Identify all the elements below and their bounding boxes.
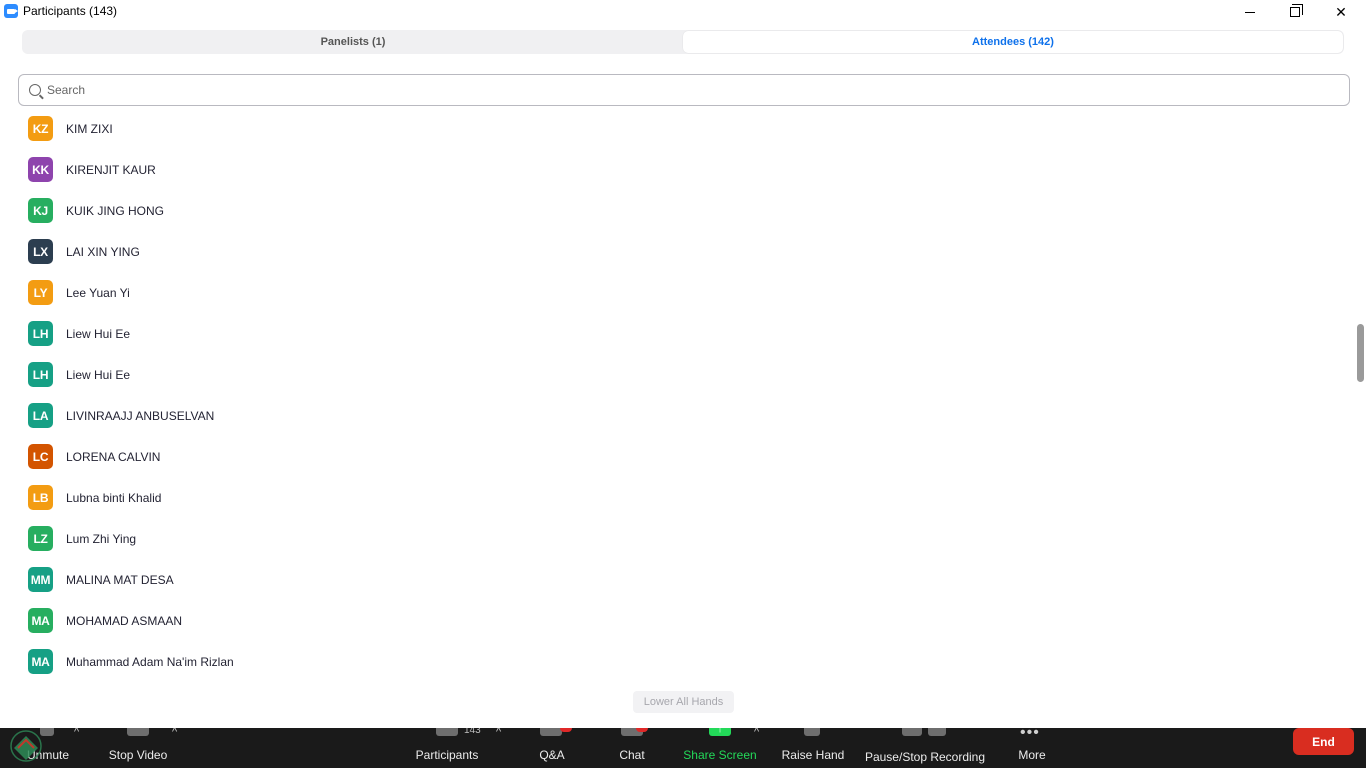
title-bar: Participants (143) ✕ xyxy=(0,0,1366,24)
attendee-name: Liew Hui Ee xyxy=(66,326,131,341)
search-icon xyxy=(29,84,41,96)
attendee-avatar: KJ xyxy=(28,198,53,223)
attendee-avatar: LB xyxy=(28,485,53,510)
qa-icon xyxy=(540,728,562,736)
share-screen-label: Share Screen xyxy=(683,748,757,762)
scrollbar[interactable] xyxy=(1354,108,1366,674)
attendee-name: Lum Zhi Ying xyxy=(66,531,137,546)
attendee-row[interactable]: LB Lubna binti Khalid xyxy=(0,477,1354,518)
attendee-row[interactable]: MM MALINA MAT DESA xyxy=(0,559,1354,600)
attendee-name: Muhammad Adam Na'im Rizlan xyxy=(66,654,234,669)
qa-label: Q&A xyxy=(539,748,565,762)
stop-video-label: Stop Video xyxy=(108,748,168,762)
attendee-avatar: KK xyxy=(28,157,53,182)
video-camera-icon xyxy=(127,728,149,736)
attendee-name: LORENA CALVIN xyxy=(66,449,161,464)
attendee-list: KZ KIM ZIXI KK KIRENJIT KAUR KJ KUIK JING HON… xyxy=(0,108,1354,678)
attendee-name: MOHAMAD ASMAAN xyxy=(66,613,183,628)
attendee-row[interactable]: MA Muhammad Adam Na'im Rizlan xyxy=(0,641,1354,678)
zoom-app-icon xyxy=(4,4,18,18)
window-title: Participants (143) xyxy=(23,4,118,18)
attendee-avatar: LH xyxy=(28,321,53,346)
attendee-avatar: LC xyxy=(28,444,53,469)
attendee-name: KIRENJIT KAUR xyxy=(66,162,156,177)
attendee-name: KUIK JING HONG xyxy=(66,203,165,218)
attendee-avatar: MA xyxy=(28,649,53,674)
attendee-row[interactable]: LY Lee Yuan Yi xyxy=(0,272,1354,313)
raise-hand-label: Raise Hand xyxy=(781,748,845,762)
scrollbar-thumb[interactable] xyxy=(1357,324,1364,382)
qa-button[interactable]: Q&A xyxy=(530,728,574,768)
end-meeting-button[interactable]: End xyxy=(1293,728,1354,755)
attendee-avatar: LY xyxy=(28,280,53,305)
attendee-row[interactable]: LA LIVINRAAJJ ANBUSELVAN xyxy=(0,395,1354,436)
attendee-row[interactable]: LX LAI XIN YING xyxy=(0,231,1354,272)
recording-button[interactable]: Pause/Stop Recording xyxy=(862,728,988,768)
close-button[interactable]: ✕ xyxy=(1318,0,1364,24)
attendee-avatar: MM xyxy=(28,567,53,592)
minimize-icon xyxy=(1245,11,1255,13)
participants-label: Participants xyxy=(415,748,479,762)
more-dots-icon: ••• xyxy=(1020,728,1040,741)
attendee-avatar: LX xyxy=(28,239,53,264)
attendee-row[interactable]: KK KIRENJIT KAUR xyxy=(0,149,1354,190)
attendee-name: Liew Hui Ee xyxy=(66,367,131,382)
recording-label: Pause/Stop Recording xyxy=(864,750,986,764)
hand-icon xyxy=(804,728,820,736)
attendee-name: LIVINRAAJJ ANBUSELVAN xyxy=(66,408,215,423)
attendee-name: MALINA MAT DESA xyxy=(66,572,174,587)
video-options-caret-icon[interactable]: ^ xyxy=(172,728,177,738)
participants-count: 143 xyxy=(464,728,481,736)
watermark-logo-icon xyxy=(10,730,42,762)
restore-button[interactable] xyxy=(1272,0,1318,24)
attendee-name: LAI XIN YING xyxy=(66,244,140,259)
share-screen-arrow-icon: ↑ xyxy=(709,728,731,736)
attendee-row[interactable]: LZ Lum Zhi Ying xyxy=(0,518,1354,559)
more-label: More xyxy=(1018,748,1046,762)
chat-notification-badge xyxy=(636,728,648,732)
search-input[interactable] xyxy=(47,83,1327,97)
qa-notification-badge xyxy=(560,728,572,732)
audio-options-caret-icon[interactable]: ^ xyxy=(74,728,79,738)
attendee-name: Lee Yuan Yi xyxy=(66,285,130,300)
participant-tabs: Panelists (1) Attendees (142) xyxy=(22,30,1344,54)
search-box xyxy=(18,74,1350,106)
attendee-row[interactable]: KJ KUIK JING HONG xyxy=(0,190,1354,231)
minimize-button[interactable] xyxy=(1227,0,1273,24)
attendee-name: KIM ZIXI xyxy=(66,121,113,136)
stop-video-button[interactable]: Stop Video xyxy=(106,728,170,768)
attendee-avatar: LZ xyxy=(28,526,53,551)
attendee-row[interactable]: LC LORENA CALVIN xyxy=(0,436,1354,477)
attendee-avatar: MA xyxy=(28,608,53,633)
attendee-avatar: LA xyxy=(28,403,53,428)
attendee-avatar: LH xyxy=(28,362,53,387)
attendee-row[interactable]: KZ KIM ZIXI xyxy=(0,108,1354,149)
tab-attendees[interactable]: Attendees (142) xyxy=(683,31,1343,53)
participants-button[interactable]: 143 Participants xyxy=(412,728,482,768)
close-icon: ✕ xyxy=(1335,3,1347,20)
people-icon xyxy=(436,728,458,736)
restore-icon xyxy=(1290,4,1303,17)
chat-button[interactable]: Chat xyxy=(612,728,652,768)
stop-recording-icon xyxy=(928,728,946,736)
more-button[interactable]: ••• More xyxy=(1014,728,1050,768)
attendee-name: Lubna binti Khalid xyxy=(66,490,162,505)
share-screen-button[interactable]: ↑ Share Screen xyxy=(682,728,758,768)
attendee-row[interactable]: MA MOHAMAD ASMAAN xyxy=(0,600,1354,641)
meeting-toolbar: Unmute ^ Stop Video ^ 143 Participants ^… xyxy=(0,728,1366,768)
participants-options-caret-icon[interactable]: ^ xyxy=(496,728,501,738)
chat-label: Chat xyxy=(619,748,645,762)
attendee-avatar: KZ xyxy=(28,116,53,141)
pause-recording-icon xyxy=(902,728,922,736)
attendee-row[interactable]: LH Liew Hui Ee xyxy=(0,354,1354,395)
raise-hand-button[interactable]: Raise Hand xyxy=(780,728,846,768)
share-options-caret-icon[interactable]: ^ xyxy=(754,728,759,738)
tab-panelists[interactable]: Panelists (1) xyxy=(23,31,683,53)
attendee-row[interactable]: LH Liew Hui Ee xyxy=(0,313,1354,354)
lower-all-hands-button[interactable]: Lower All Hands xyxy=(633,691,734,713)
